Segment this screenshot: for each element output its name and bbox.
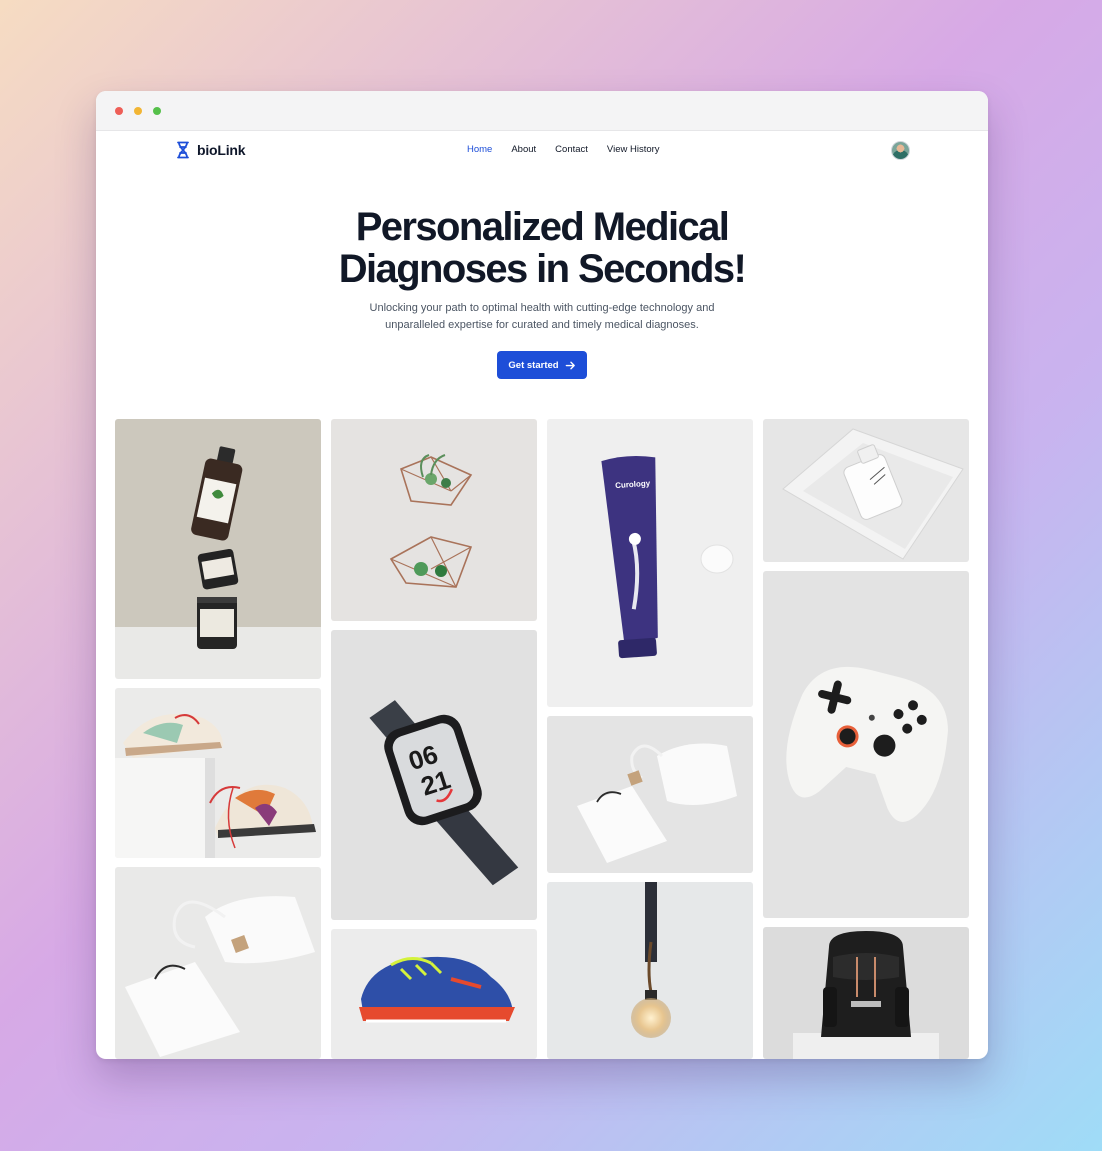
nav-view-history[interactable]: View History: [607, 144, 660, 155]
hero-title-line2: Diagnoses in Seconds!: [338, 247, 747, 291]
close-window-button[interactable]: [115, 106, 123, 115]
maximize-window-button[interactable]: [153, 106, 161, 115]
skincare-tube-image[interactable]: Curology: [547, 419, 753, 707]
brand-logo[interactable]: bioLink: [176, 141, 246, 159]
dna-icon: [177, 141, 189, 159]
hero-subtitle: Unlocking your path to optimal health wi…: [369, 302, 715, 331]
supplement-jars-image[interactable]: [115, 419, 321, 679]
arrow-right-icon: [565, 361, 575, 369]
get-started-button[interactable]: Get started: [497, 351, 587, 379]
window-titlebar: [96, 91, 988, 131]
brand-name: bioLink: [197, 142, 246, 158]
pendant-lamp-image[interactable]: [547, 882, 753, 1059]
nav-home[interactable]: Home: [467, 144, 492, 155]
pouch-bag-image[interactable]: [547, 716, 753, 873]
sneakers-image[interactable]: [115, 688, 321, 858]
main-nav: Home About Contact View History: [467, 144, 660, 155]
game-controller-image[interactable]: [763, 571, 969, 918]
hero-title: Personalized Medical Diagnoses in Second…: [96, 206, 988, 290]
nav-about[interactable]: About: [511, 144, 536, 155]
product-gallery: 06 21 Curology: [115, 419, 969, 1059]
get-started-label: Get started: [508, 359, 559, 371]
serum-bottle-image[interactable]: [763, 419, 969, 562]
hero-section: Personalized Medical Diagnoses in Second…: [96, 206, 988, 379]
hero-title-line1: Personalized Medical: [355, 205, 730, 249]
soccer-shoe-image[interactable]: [331, 929, 537, 1059]
smartwatch-image[interactable]: 06 21: [331, 630, 537, 920]
user-avatar[interactable]: [891, 141, 910, 160]
minimize-window-button[interactable]: [134, 106, 142, 115]
terrarium-image[interactable]: [331, 419, 537, 621]
nav-contact[interactable]: Contact: [555, 144, 588, 155]
backpack-image[interactable]: [763, 927, 969, 1059]
top-navbar: bioLink Home About Contact View History: [96, 131, 988, 169]
tote-bag-image[interactable]: [115, 867, 321, 1059]
browser-window: bioLink Home About Contact View History …: [96, 91, 988, 1059]
